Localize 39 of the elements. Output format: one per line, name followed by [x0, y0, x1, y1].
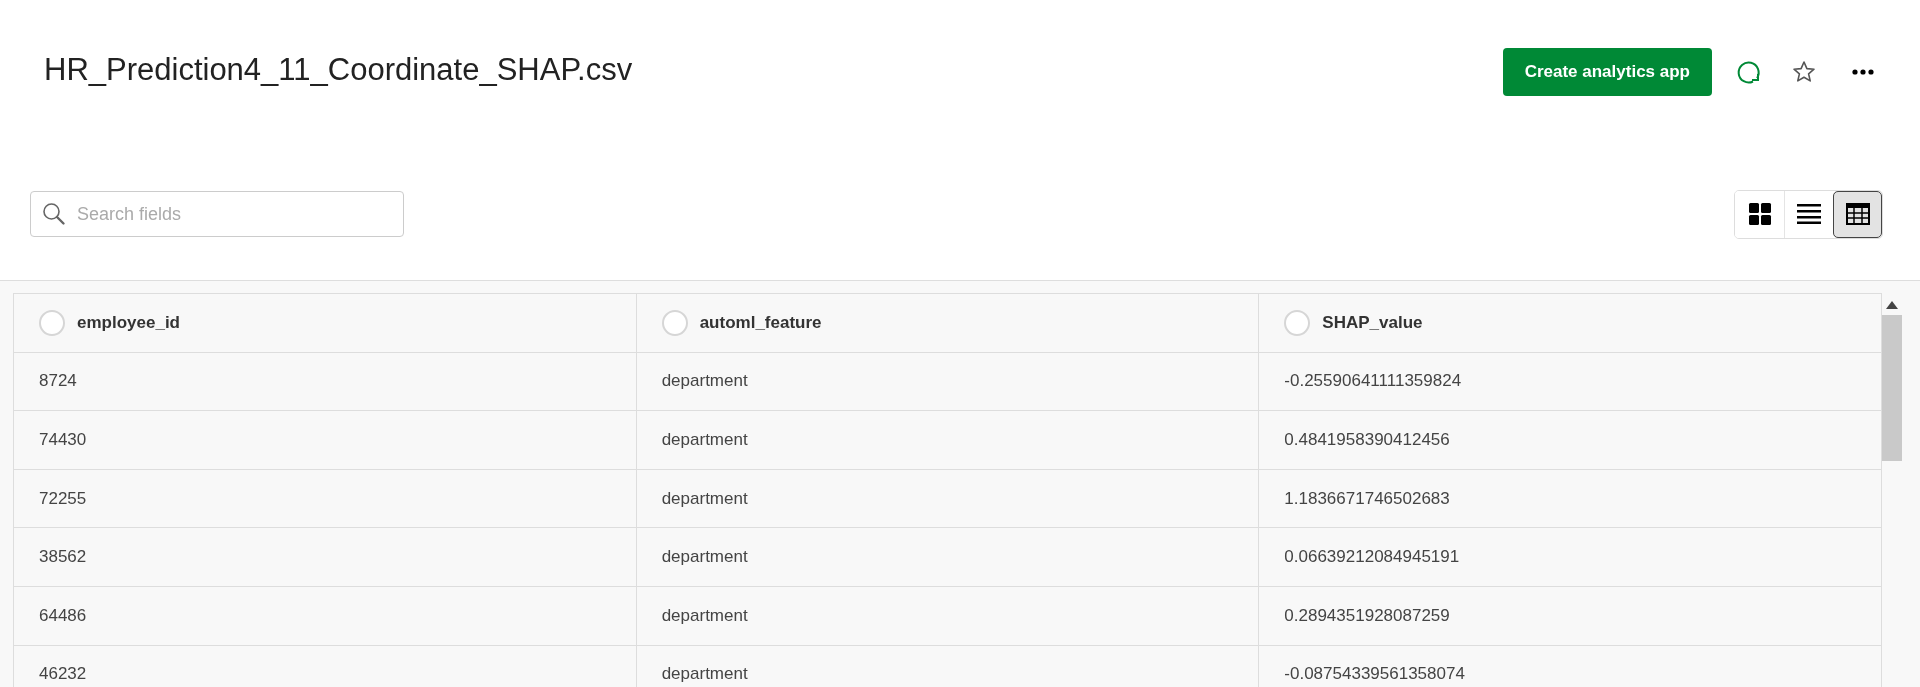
table-cell: department: [636, 352, 1260, 412]
column-header-label: automl_feature: [699, 312, 822, 333]
column-header-label: employee_id: [77, 312, 180, 333]
reload-icon: [1736, 58, 1762, 86]
column-header[interactable]: automl_feature: [636, 294, 1260, 353]
grid-icon: [1747, 202, 1772, 226]
table-cell: 64486: [14, 586, 637, 646]
table-cell: 0.2894351928087259: [1259, 586, 1882, 646]
column-select-radio[interactable]: [39, 309, 65, 336]
table-cell: department: [636, 645, 1260, 687]
create-app-button[interactable]: Create analytics app: [1502, 48, 1712, 96]
table-cell: -0.25590641111359824: [1259, 352, 1882, 412]
more-icon: [1852, 69, 1874, 75]
table-cell: 38562: [14, 528, 637, 587]
table-icon: [1846, 203, 1870, 225]
column-header-label: SHAP_value: [1322, 312, 1423, 333]
table-cell: department: [636, 528, 1260, 587]
table-cell: 46232: [14, 645, 637, 687]
list-icon: [1797, 204, 1821, 224]
scroll-up-icon: [1886, 301, 1898, 309]
table-cell: 1.1836671746502683: [1259, 469, 1882, 529]
column-header[interactable]: employee_id: [14, 294, 637, 353]
table-cell: department: [636, 469, 1260, 529]
page-title: HR_Prediction4_11_Coordinate_SHAP.csv: [44, 51, 633, 89]
scrollbar-thumb[interactable]: [1882, 315, 1902, 461]
column-select-radio[interactable]: [661, 309, 688, 336]
table-cell: 0.06639212084945191: [1259, 528, 1882, 587]
search-icon: [42, 202, 66, 226]
table-cell: 72255: [14, 469, 637, 529]
view-toggle[interactable]: [1833, 190, 1882, 238]
column-select-radio[interactable]: [1284, 309, 1311, 336]
table-cell: 74430: [14, 411, 637, 470]
search-field[interactable]: Search fields: [30, 191, 404, 237]
table-cell: 8724: [14, 352, 637, 412]
table-cell: department: [636, 411, 1260, 470]
table-cell: department: [636, 586, 1260, 646]
column-header[interactable]: SHAP_value: [1259, 294, 1882, 353]
star-icon: [1792, 60, 1816, 84]
table-cell: 0.4841958390412456: [1259, 411, 1882, 470]
